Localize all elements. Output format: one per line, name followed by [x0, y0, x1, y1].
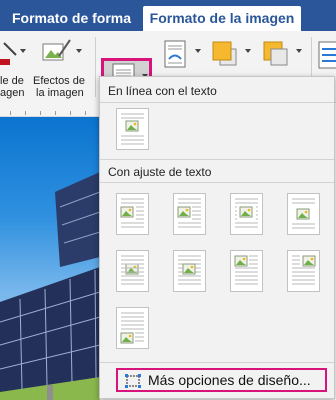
layout-options-icon	[125, 374, 141, 388]
inline-layout-icon	[121, 113, 144, 145]
top-bottom-wrap-icon[interactable]	[287, 193, 320, 235]
in-front-of-text-icon[interactable]	[173, 250, 206, 292]
inline-layout-icon[interactable]	[116, 108, 149, 150]
solar-panel-photo	[0, 172, 100, 400]
ruler	[0, 102, 100, 117]
behind-text-icon[interactable]	[116, 250, 149, 292]
bring-forward-icon[interactable]	[212, 41, 240, 69]
square-wrap-icon	[120, 198, 144, 228]
document-image[interactable]	[0, 117, 100, 400]
artistic-effects-icon[interactable]	[42, 38, 72, 64]
section-heading-inline: En línea con el texto	[108, 84, 217, 98]
tab-formato-de-la-imagen[interactable]: Formato de la imagen	[143, 6, 301, 31]
color-button-label-1: le de	[0, 75, 24, 87]
bottom-left-fixed-icon[interactable]	[116, 307, 149, 349]
square-wrap-icon[interactable]	[116, 193, 149, 235]
tight-wrap-icon	[177, 198, 201, 228]
top-left-fixed-icon	[234, 255, 258, 285]
chevron-down-icon[interactable]	[195, 49, 201, 53]
section-divider	[100, 102, 334, 103]
more-layout-options-label: Más opciones de diseño...	[148, 372, 311, 388]
behind-text-icon	[121, 255, 144, 285]
bottom-left-fixed-icon	[120, 312, 144, 344]
through-wrap-icon[interactable]	[230, 193, 263, 235]
tight-wrap-icon[interactable]	[173, 193, 206, 235]
position-icon[interactable]	[163, 39, 191, 71]
send-backward-icon[interactable]	[263, 41, 291, 69]
top-bottom-wrap-icon	[292, 198, 315, 229]
ribbon-separator	[95, 37, 96, 97]
selection-pane-icon[interactable]	[318, 41, 336, 69]
effects-button-label-1: Efectos de	[33, 75, 85, 87]
top-right-fixed-icon[interactable]	[287, 250, 320, 292]
wrap-text-dropdown: En línea con el texto Con ajuste de text…	[99, 76, 335, 399]
top-left-fixed-icon[interactable]	[230, 250, 263, 292]
section-divider	[100, 159, 334, 160]
ribbon-tab-strip: Formato de forma Formato de la imagen	[0, 0, 336, 31]
more-layout-options-button[interactable]: Más opciones de diseño...	[116, 368, 327, 392]
tab-formato-de-forma[interactable]: Formato de forma	[12, 6, 131, 31]
section-heading-wrap: Con ajuste de texto	[108, 165, 212, 179]
chevron-down-icon[interactable]	[20, 49, 26, 53]
color-icon[interactable]	[0, 39, 22, 69]
chevron-down-icon[interactable]	[76, 49, 82, 53]
through-wrap-icon	[235, 198, 258, 228]
section-divider	[100, 362, 334, 363]
chevron-down-icon[interactable]	[296, 49, 302, 53]
color-button-label-2: agen	[0, 87, 25, 99]
in-front-of-text-icon	[178, 255, 201, 285]
top-right-fixed-icon	[292, 255, 316, 285]
section-divider	[100, 182, 334, 183]
chevron-down-icon[interactable]	[245, 49, 251, 53]
effects-button-label-2: la imagen	[36, 87, 84, 99]
